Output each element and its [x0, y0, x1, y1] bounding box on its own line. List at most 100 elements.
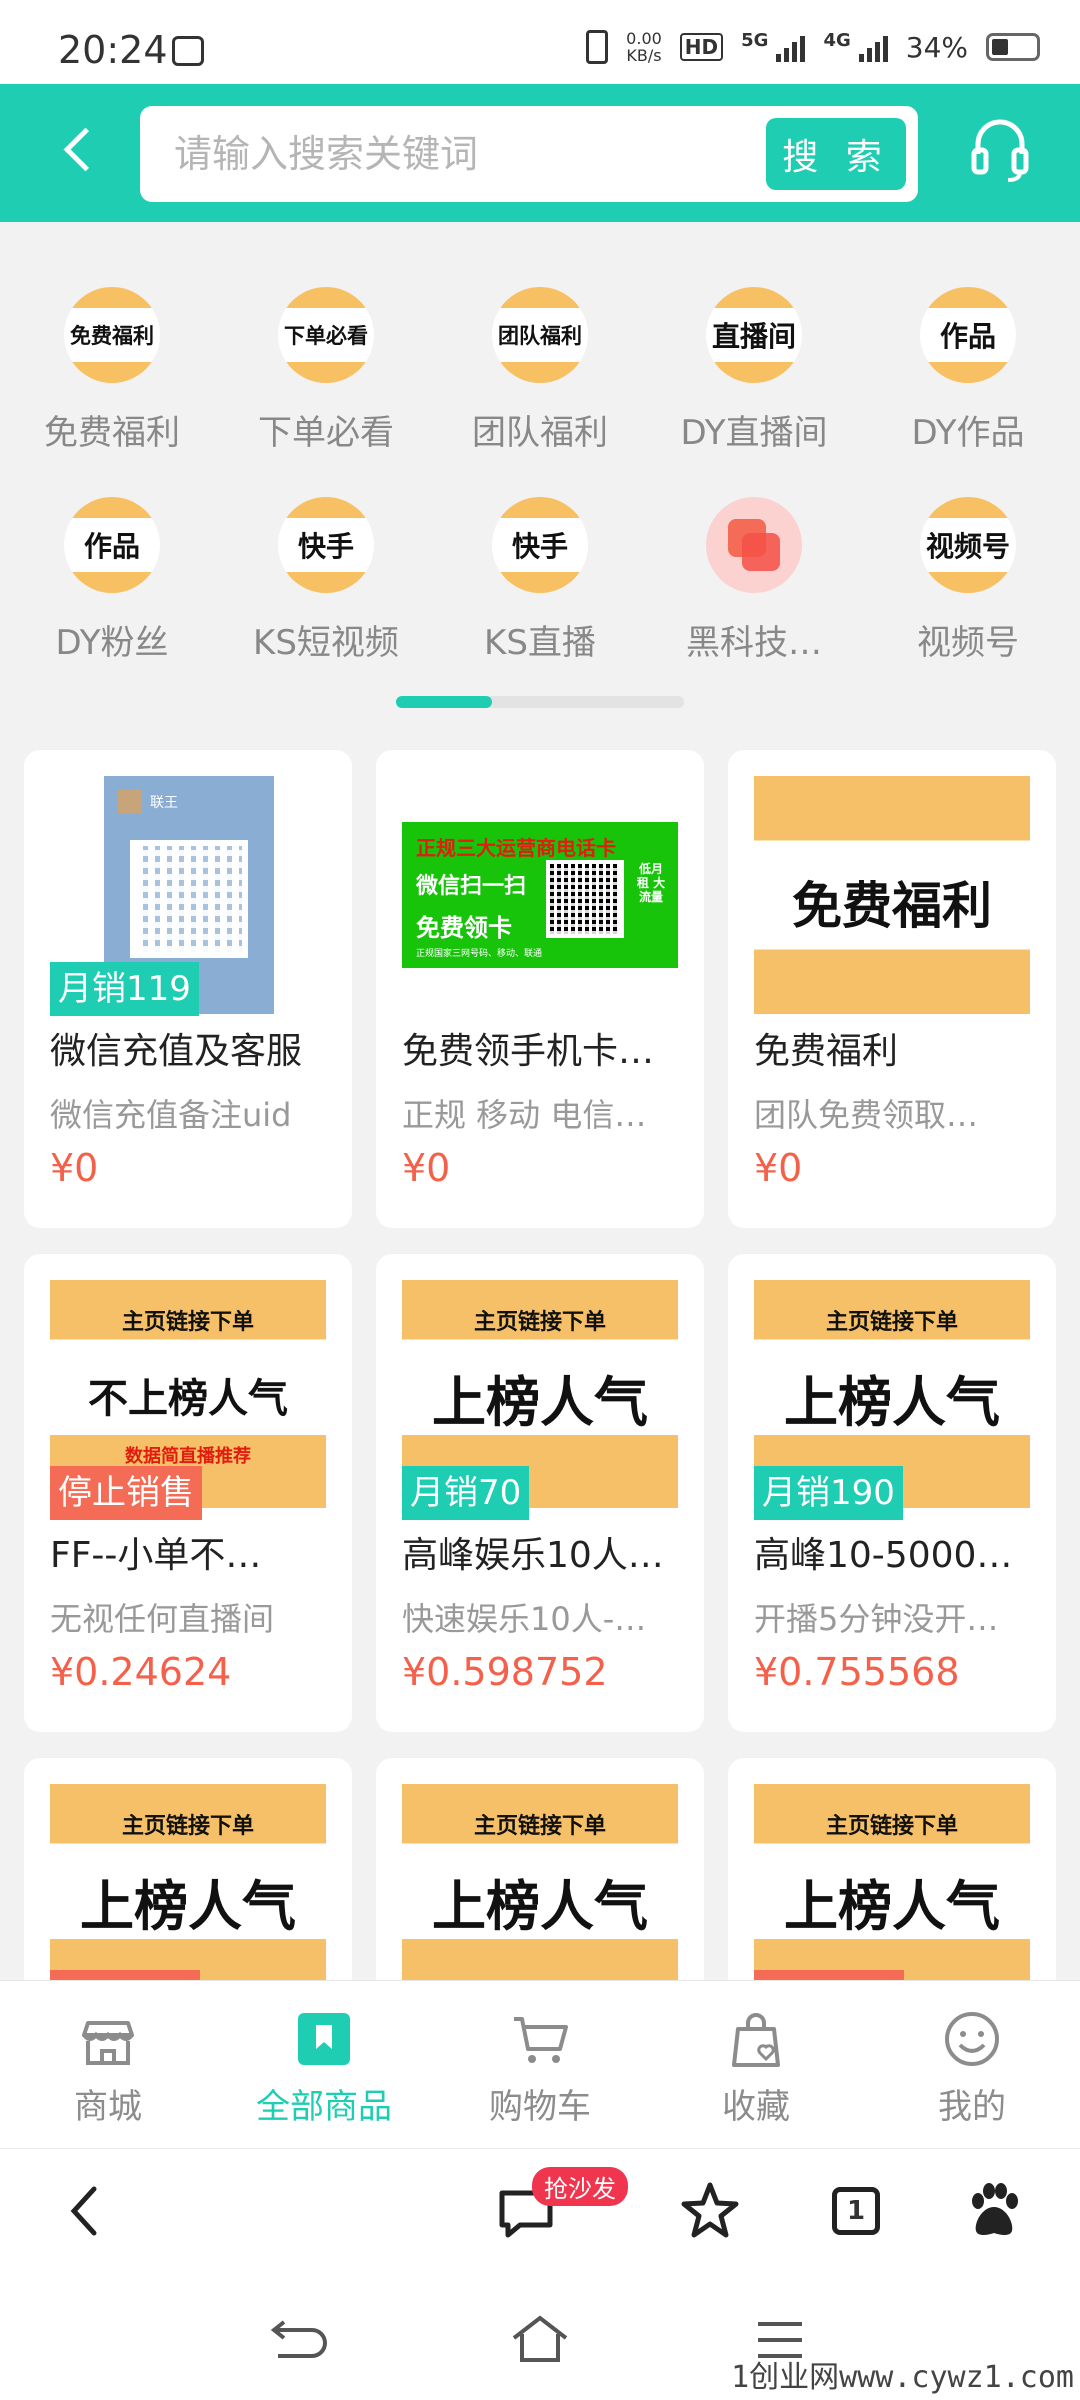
category-icon: 下单必看	[278, 287, 374, 383]
category-icon: 视频号	[920, 497, 1016, 593]
hd-voice-icon: HD	[679, 33, 724, 61]
category-icon: 免费福利	[64, 287, 160, 383]
product-card[interactable]: 主页链接下单 上榜人气	[728, 1758, 1056, 1980]
tabs-icon[interactable]: 1	[820, 2175, 892, 2247]
sim-banner-text: 免费领卡	[416, 914, 512, 942]
battery-icon	[986, 33, 1040, 61]
status-badge	[754, 1970, 904, 1980]
system-back-icon[interactable]	[268, 2316, 328, 2364]
product-grid: 联王 月销119 微信充值及客服 微信充值备注uid ¥0 正规三大运营商电话卡…	[0, 750, 1080, 1980]
tab-cart[interactable]: 购物车	[432, 1981, 648, 2149]
category-icon: 直播间	[706, 287, 802, 383]
favorite-bag-icon	[732, 2013, 780, 2067]
category-team-benefit[interactable]: 团队福利 团队福利	[433, 222, 647, 453]
carousel-indicator	[396, 696, 684, 708]
product-card[interactable]: 主页链接下单 上榜人气 月销70 高峰娱乐10人… 快速娱乐10人-… ¥0.5…	[376, 1254, 704, 1732]
product-card[interactable]: 主页链接下单 上榜人气	[24, 1758, 352, 1980]
category-ks-live[interactable]: 快手 KS直播	[433, 432, 647, 663]
category-label: KS直播	[484, 623, 596, 663]
tab-favorites[interactable]: 收藏	[648, 1981, 864, 2149]
tab-mine[interactable]: 我的	[864, 1981, 1080, 2149]
system-home-icon[interactable]	[510, 2312, 570, 2366]
category-grid: 免费福利 免费福利 下单必看 下单必看 团队福利 团队福利 直播间 DY直播间 …	[0, 222, 1080, 732]
carousel-indicator-fill	[396, 696, 492, 708]
tab-all-products[interactable]: 全部商品	[216, 1981, 432, 2149]
product-title: 免费福利	[754, 1031, 899, 1072]
category-ks-video[interactable]: 快手 KS短视频	[219, 432, 433, 663]
category-free-benefit[interactable]: 免费福利 免费福利	[5, 222, 219, 453]
tab-label: 收藏	[722, 2087, 790, 2127]
tab-label: 全部商品	[256, 2087, 392, 2127]
product-price: ¥0	[754, 1146, 803, 1190]
network-4g-label: 4G	[823, 29, 851, 51]
product-card[interactable]: 主页链接下单 上榜人气	[376, 1758, 704, 1980]
qr-owner-name: 联王	[150, 795, 178, 811]
baidu-paw-icon[interactable]	[958, 2175, 1030, 2247]
category-label: 黑科技…	[686, 623, 822, 663]
sim-banner-text: 微信扫一扫	[416, 874, 527, 899]
product-image-top: 主页链接下单	[121, 1310, 254, 1335]
signal-5g-icon	[776, 32, 806, 62]
back-icon[interactable]	[50, 2175, 122, 2247]
category-label: DY粉丝	[55, 623, 169, 663]
tab-count: 1	[832, 2187, 880, 2235]
battery-percent: 34%	[905, 30, 968, 64]
tab-label: 购物车	[489, 2087, 591, 2127]
product-price: ¥0	[402, 1146, 451, 1190]
back-arrow-icon[interactable]	[50, 120, 110, 180]
qr-code-icon	[130, 840, 248, 958]
category-icon: 作品	[920, 287, 1016, 383]
tab-store[interactable]: 商城	[0, 1981, 216, 2149]
tab-label: 我的	[938, 2087, 1006, 2127]
status-badge	[50, 1970, 200, 1980]
category-dy-works[interactable]: 作品 DY作品	[861, 222, 1075, 453]
product-image: 免费福利	[754, 776, 1030, 1014]
category-black-tech[interactable]: 黑科技…	[647, 432, 861, 663]
network-speed: 0.00 KB/s	[626, 30, 662, 64]
product-card[interactable]: 免费福利 免费福利 团队免费领取… ¥0	[728, 750, 1056, 1228]
network-5g-label: 5G	[741, 29, 769, 51]
category-icon: 快手	[492, 497, 588, 593]
star-icon[interactable]	[674, 2175, 746, 2247]
product-card[interactable]: 主页链接下单 不上榜人气 数据简直播推荐 停止销售 FF--小单不… 无视任何直…	[24, 1254, 352, 1732]
category-must-read[interactable]: 下单必看 下单必看	[219, 222, 433, 453]
category-icon: 快手	[278, 497, 374, 593]
product-image-top: 主页链接下单	[473, 1814, 606, 1839]
category-label: KS短视频	[253, 623, 399, 663]
product-image-text: 上榜人气	[432, 1875, 648, 1938]
category-dy-live[interactable]: 直播间 DY直播间	[647, 222, 861, 453]
category-label: 视频号	[917, 623, 1019, 663]
store-icon	[82, 2021, 134, 2065]
sales-badge: 月销190	[754, 1466, 903, 1520]
system-navigation-bar: 1创业网www.cywz1.com	[0, 2272, 1080, 2400]
category-dy-fans[interactable]: 作品 DY粉丝	[5, 432, 219, 663]
search-bar: 搜 索	[140, 106, 918, 202]
smiley-icon	[945, 2012, 999, 2066]
app-notification-icon	[172, 36, 204, 66]
product-image: 正规三大运营商电话卡 微信扫一扫 免费领卡 正规国家三网号码、移动、联通 低月租…	[402, 776, 678, 1014]
product-subtitle: 快速娱乐10人-…	[402, 1600, 647, 1638]
product-card[interactable]: 主页链接下单 上榜人气 月销190 高峰10-5000… 开播5分钟没开… ¥0…	[728, 1254, 1056, 1732]
product-card[interactable]: 联王 月销119 微信充值及客服 微信充值备注uid ¥0	[24, 750, 352, 1228]
product-title: 免费领手机卡…	[402, 1031, 655, 1072]
product-card[interactable]: 正规三大运营商电话卡 微信扫一扫 免费领卡 正规国家三网号码、移动、联通 低月租…	[376, 750, 704, 1228]
product-subtitle: 团队免费领取…	[754, 1096, 979, 1134]
tab-label: 商城	[74, 2087, 142, 2127]
product-subtitle: 微信充值备注uid	[50, 1096, 292, 1134]
search-button[interactable]: 搜 索	[766, 118, 906, 190]
sim-banner-footnote: 正规国家三网号码、移动、联通	[416, 949, 543, 959]
product-image-text: 上榜人气	[784, 1371, 1000, 1434]
qr-code-icon	[546, 860, 624, 938]
comment-badge: 抢沙发	[532, 2167, 628, 2206]
avatar	[118, 790, 142, 814]
search-input[interactable]	[174, 122, 734, 186]
category-channels[interactable]: 视频号 视频号	[861, 432, 1075, 663]
product-image-top: 主页链接下单	[825, 1310, 958, 1335]
browser-toolbar: 抢沙发 1	[0, 2148, 1080, 2272]
search-header: 搜 索	[0, 84, 1080, 222]
black-tech-icon	[706, 497, 802, 593]
product-subtitle: 正规 移动 电信…	[402, 1096, 647, 1134]
sales-badge: 月销70	[402, 1466, 530, 1520]
speed-unit: KB/s	[626, 46, 662, 65]
headset-icon[interactable]	[970, 114, 1030, 184]
